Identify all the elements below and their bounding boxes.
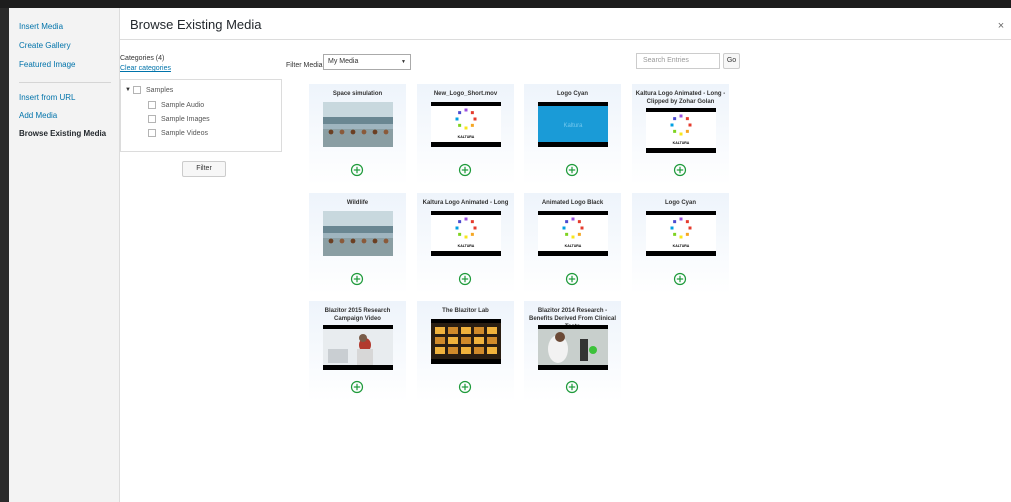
media-thumbnail[interactable] bbox=[323, 211, 393, 256]
add-circle-icon[interactable] bbox=[673, 272, 687, 286]
media-card[interactable]: The Blazitor Lab bbox=[417, 301, 514, 402]
media-modal: Insert Media Create Gallery Featured Ima… bbox=[9, 8, 1011, 502]
menu-insert-from-url[interactable]: Insert from URL bbox=[19, 93, 75, 102]
media-thumbnail[interactable] bbox=[323, 325, 393, 370]
svg-text:KALTURA: KALTURA bbox=[458, 244, 475, 248]
menu-separator bbox=[19, 82, 111, 83]
category-checkbox[interactable] bbox=[148, 101, 156, 109]
media-card[interactable]: New_Logo_Short.mov KALTURA bbox=[417, 84, 514, 185]
add-circle-icon[interactable] bbox=[673, 163, 687, 177]
add-circle-icon[interactable] bbox=[458, 380, 472, 394]
category-label: Sample Images bbox=[161, 115, 210, 123]
add-circle-icon[interactable] bbox=[565, 272, 579, 286]
media-menu: Insert Media Create Gallery Featured Ima… bbox=[9, 8, 120, 502]
go-button[interactable]: Go bbox=[723, 53, 740, 69]
category-label: Sample Videos bbox=[161, 129, 208, 137]
filter-media-label: Filter Media bbox=[286, 62, 323, 69]
media-card[interactable]: Blazitor 2014 Research - Benefits Derive… bbox=[524, 301, 621, 402]
media-thumbnail[interactable] bbox=[323, 102, 393, 147]
add-circle-icon[interactable] bbox=[458, 163, 472, 177]
chevron-down-icon: ▼ bbox=[401, 59, 406, 65]
media-title: Wildlife bbox=[346, 200, 369, 206]
category-tree: ▼ Samples Sample Audio Sample Images Sam… bbox=[120, 79, 282, 152]
media-title: Blazitor 2015 Research Campaign Video bbox=[324, 308, 391, 322]
menu-create-gallery[interactable]: Create Gallery bbox=[19, 41, 71, 50]
media-card[interactable]: Space simulation bbox=[309, 84, 406, 185]
media-thumbnail[interactable]: KALTURA bbox=[431, 102, 501, 147]
add-circle-icon[interactable] bbox=[350, 163, 364, 177]
tree-row-samples: ▼ Samples bbox=[125, 86, 173, 94]
category-label: Samples bbox=[146, 86, 174, 94]
add-circle-icon[interactable] bbox=[350, 380, 364, 394]
media-card[interactable]: Logo Cyan KALTURA bbox=[632, 193, 729, 294]
media-title: Animated Logo Black bbox=[541, 200, 604, 206]
media-card[interactable]: Animated Logo Black KALTURA bbox=[524, 193, 621, 294]
add-circle-icon[interactable] bbox=[565, 380, 579, 394]
add-circle-icon[interactable] bbox=[458, 272, 472, 286]
category-label: Sample Audio bbox=[161, 101, 205, 109]
search-input[interactable]: Search Entries bbox=[636, 53, 720, 69]
media-thumbnail[interactable]: KALTURA bbox=[646, 108, 716, 153]
tree-row-sample-audio: Sample Audio bbox=[148, 101, 204, 109]
svg-text:KALTURA: KALTURA bbox=[673, 244, 690, 248]
tree-expand-icon[interactable]: ▼ bbox=[125, 87, 133, 93]
clear-categories-link[interactable]: Clear categories bbox=[120, 65, 171, 72]
media-thumbnail[interactable]: KALTURA bbox=[538, 211, 608, 256]
menu-browse-existing-media[interactable]: Browse Existing Media bbox=[19, 129, 106, 138]
modal-title: Browse Existing Media bbox=[130, 17, 262, 32]
media-title: Kaltura Logo Animated - Long bbox=[422, 200, 509, 206]
menu-add-media[interactable]: Add Media bbox=[19, 111, 57, 120]
category-checkbox[interactable] bbox=[148, 115, 156, 123]
menu-insert-media[interactable]: Insert Media bbox=[19, 22, 63, 31]
add-circle-icon[interactable] bbox=[565, 163, 579, 177]
media-card[interactable]: Kaltura Logo Animated - Long - Clipped b… bbox=[632, 84, 729, 185]
svg-text:KALTURA: KALTURA bbox=[458, 135, 475, 139]
tree-row-sample-videos: Sample Videos bbox=[148, 129, 208, 137]
categories-title: Categories (4) bbox=[120, 55, 165, 62]
media-card[interactable]: Blazitor 2015 Research Campaign Video bbox=[309, 301, 406, 402]
media-card[interactable]: Kaltura Logo Animated - Long KALTURA bbox=[417, 193, 514, 294]
media-thumbnail[interactable]: KALTURA bbox=[431, 211, 501, 256]
filter-media-select[interactable]: My Media ▼ bbox=[323, 54, 411, 70]
category-checkbox[interactable] bbox=[133, 86, 141, 94]
svg-text:KALTURA: KALTURA bbox=[565, 244, 582, 248]
media-thumbnail[interactable] bbox=[431, 319, 501, 364]
media-title: New_Logo_Short.mov bbox=[433, 91, 498, 97]
filter-media-value: My Media bbox=[328, 58, 359, 65]
media-card[interactable]: Logo Cyan Kaltura bbox=[524, 84, 621, 185]
menu-featured-image[interactable]: Featured Image bbox=[19, 60, 75, 69]
svg-text:KALTURA: KALTURA bbox=[673, 141, 690, 145]
media-thumbnail[interactable]: Kaltura bbox=[538, 102, 608, 147]
media-title: Space simulation bbox=[332, 91, 383, 97]
media-title: Logo Cyan bbox=[665, 200, 696, 206]
category-checkbox[interactable] bbox=[148, 129, 156, 137]
media-card[interactable]: Wildlife bbox=[309, 193, 406, 294]
admin-left-edge bbox=[0, 8, 9, 502]
media-title: Kaltura Logo Animated - Long - Clipped b… bbox=[635, 91, 726, 105]
close-icon[interactable]: × bbox=[995, 20, 1007, 32]
media-title: Logo Cyan bbox=[557, 91, 588, 97]
media-thumbnail[interactable] bbox=[538, 325, 608, 370]
svg-text:Kaltura: Kaltura bbox=[563, 123, 583, 129]
filter-button[interactable]: Filter bbox=[182, 161, 226, 177]
media-thumbnail[interactable]: KALTURA bbox=[646, 211, 716, 256]
title-divider bbox=[120, 39, 1011, 40]
add-circle-icon[interactable] bbox=[350, 272, 364, 286]
tree-row-sample-images: Sample Images bbox=[148, 115, 210, 123]
media-title: The Blazitor Lab bbox=[442, 308, 489, 314]
browser-top-strip bbox=[0, 0, 1011, 8]
